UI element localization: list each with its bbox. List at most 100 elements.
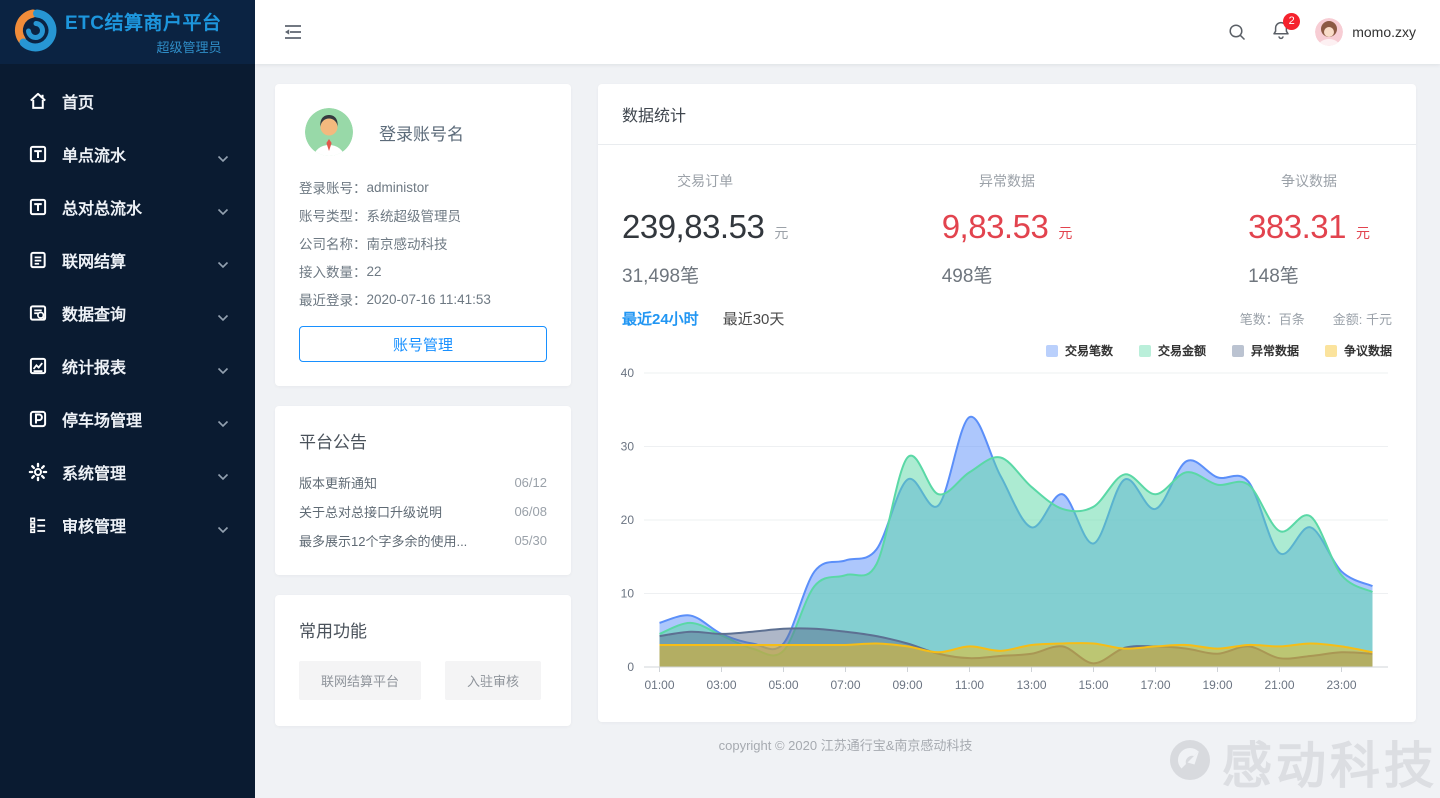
legend-item[interactable]: 交易笔数 bbox=[1046, 342, 1113, 359]
sidebar-item-system[interactable]: 系统管理 bbox=[0, 445, 255, 498]
sidebar-item-home[interactable]: 首页 bbox=[0, 74, 255, 127]
main-area: 2 momo.zxy bbox=[255, 0, 1440, 798]
stat-unit: 元 bbox=[1356, 223, 1370, 243]
unit-notes: 笔数：百条 金额: 千元 bbox=[1240, 309, 1392, 328]
stat-count: 498笔 bbox=[942, 261, 1073, 288]
legend-item[interactable]: 争议数据 bbox=[1325, 342, 1392, 359]
stat-label: 异常数据 bbox=[942, 171, 1073, 191]
svg-text:15:00: 15:00 bbox=[1078, 678, 1108, 692]
menu-fold-icon[interactable] bbox=[281, 22, 305, 42]
svg-text:01:00: 01:00 bbox=[644, 678, 674, 692]
announcement-list: 版本更新通知06/12关于总对总接口升级说明06/08最多展示12个字多余的使用… bbox=[299, 468, 547, 555]
app-subtitle: 超级管理员 bbox=[157, 37, 222, 56]
svg-text:30: 30 bbox=[621, 440, 635, 454]
svg-text:11:00: 11:00 bbox=[955, 678, 984, 692]
legend-label: 争议数据 bbox=[1344, 342, 1392, 359]
sidebar-item-parking[interactable]: 停车场管理 bbox=[0, 392, 255, 445]
announcement-item[interactable]: 最多展示12个字多余的使用...05/30 bbox=[299, 526, 547, 555]
svg-text:17:00: 17:00 bbox=[1140, 678, 1170, 692]
stat-label: 争议数据 bbox=[1248, 171, 1370, 191]
quick-action-button-1[interactable]: 入驻审核 bbox=[445, 661, 541, 700]
sidebar-item-network-settlement[interactable]: 联网结算 bbox=[0, 233, 255, 286]
announcement-item[interactable]: 关于总对总接口升级说明06/08 bbox=[299, 497, 547, 526]
quick-actions-title: 常用功能 bbox=[299, 617, 547, 642]
announcement-card: 平台公告 版本更新通知06/12关于总对总接口升级说明06/08最多展示12个字… bbox=[275, 406, 571, 575]
doc-search-icon bbox=[28, 303, 48, 323]
search-icon[interactable] bbox=[1227, 22, 1247, 42]
account-manage-button[interactable]: 账号管理 bbox=[299, 326, 547, 362]
stats-card: 数据统计 交易订单239,83.53元31,498笔异常数据9,83.53元49… bbox=[598, 84, 1416, 722]
legend-item[interactable]: 交易金额 bbox=[1139, 342, 1206, 359]
chevron-down-icon bbox=[217, 150, 229, 158]
legend-item[interactable]: 异常数据 bbox=[1232, 342, 1299, 359]
legend-label: 异常数据 bbox=[1251, 342, 1299, 359]
quick-action-button-0[interactable]: 联网结算平台 bbox=[299, 661, 421, 700]
sidebar-item-single-flow[interactable]: 单点流水 bbox=[0, 127, 255, 180]
legend-label: 交易金额 bbox=[1158, 342, 1206, 359]
legend-swatch bbox=[1046, 345, 1058, 357]
brand-swirl-icon bbox=[12, 7, 58, 58]
stat-label: 交易订单 bbox=[622, 171, 788, 191]
app-root: ETC结算商户平台 超级管理员 首页单点流水总对总流水联网结算数据查询统计报表停… bbox=[0, 0, 1440, 798]
profile-row: 接入数量：22 bbox=[299, 257, 547, 285]
profile-row: 登录账号：administor bbox=[299, 173, 547, 201]
app-logo: ETC结算商户平台 超级管理员 bbox=[0, 0, 255, 64]
user-menu[interactable]: momo.zxy bbox=[1315, 18, 1416, 46]
sidebar-item-report[interactable]: 统计报表 bbox=[0, 339, 255, 392]
gear-icon bbox=[28, 462, 48, 482]
stat-unit: 元 bbox=[1058, 223, 1072, 243]
announcement-item[interactable]: 版本更新通知06/12 bbox=[299, 468, 547, 497]
sidebar-item-label: 统计报表 bbox=[62, 354, 217, 378]
chart-legend: 交易笔数 交易金额 异常数据 争议数据 bbox=[598, 342, 1416, 359]
stats-row: 交易订单239,83.53元31,498笔异常数据9,83.53元498笔争议数… bbox=[598, 145, 1416, 292]
profile-row: 账号类型：系统超级管理员 bbox=[299, 201, 547, 229]
svg-text:07:00: 07:00 bbox=[830, 678, 860, 692]
traffic-area-chart[interactable]: 01020304001:0003:0005:0007:0009:0011:001… bbox=[598, 359, 1416, 707]
stat-unit: 元 bbox=[774, 223, 788, 243]
tab-recent-30d[interactable]: 最近30天 bbox=[723, 308, 785, 329]
svg-text:23:00: 23:00 bbox=[1326, 678, 1356, 692]
user-avatar bbox=[1315, 18, 1343, 46]
chevron-down-icon bbox=[217, 468, 229, 476]
sidebar-item-audit[interactable]: 审核管理 bbox=[0, 498, 255, 551]
profile-card: 登录账号名 登录账号：administor账号类型：系统超级管理员公司名称：南京… bbox=[275, 84, 571, 386]
stat-value: 383.31 bbox=[1248, 208, 1346, 246]
legend-label: 交易笔数 bbox=[1065, 342, 1113, 359]
sidebar-item-label: 审核管理 bbox=[62, 513, 217, 537]
ticket-icon bbox=[28, 144, 48, 164]
stat-column: 异常数据 9,83.53 元 498笔 bbox=[871, 171, 1144, 288]
sidebar-item-label: 停车场管理 bbox=[62, 407, 217, 431]
profile-row: 公司名称：南京感动科技 bbox=[299, 229, 547, 257]
quick-actions-card: 常用功能 联网结算平台入驻审核 bbox=[275, 595, 571, 726]
chevron-down-icon bbox=[217, 362, 229, 370]
svg-text:20: 20 bbox=[621, 513, 635, 527]
stat-value: 9,83.53 bbox=[942, 208, 1049, 246]
document-icon bbox=[28, 250, 48, 270]
home-icon bbox=[28, 91, 48, 111]
notification-badge: 2 bbox=[1283, 13, 1300, 30]
chart-tabs: 最近24小时 最近30天 bbox=[622, 308, 808, 329]
username-label: momo.zxy bbox=[1352, 24, 1416, 40]
svg-text:13:00: 13:00 bbox=[1016, 678, 1046, 692]
stats-card-title: 数据统计 bbox=[598, 84, 1416, 145]
stat-column: 交易订单239,83.53元31,498笔 bbox=[598, 171, 871, 288]
legend-swatch bbox=[1232, 345, 1244, 357]
sidebar-nav: 首页单点流水总对总流水联网结算数据查询统计报表停车场管理系统管理审核管理 bbox=[0, 64, 255, 551]
app-title: ETC结算商户平台 bbox=[65, 8, 222, 35]
svg-text:40: 40 bbox=[621, 366, 635, 380]
profile-avatar bbox=[305, 108, 353, 156]
sidebar-item-label: 数据查询 bbox=[62, 301, 217, 325]
notifications-button[interactable]: 2 bbox=[1271, 20, 1291, 45]
tab-recent-24h[interactable]: 最近24小时 bbox=[622, 308, 699, 329]
stat-count: 31,498笔 bbox=[622, 261, 788, 288]
unit-note-amount: 金额: 千元 bbox=[1333, 309, 1392, 328]
stat-column: 争议数据383.31元148笔 bbox=[1143, 171, 1416, 288]
sidebar-item-label: 系统管理 bbox=[62, 460, 217, 484]
copyright-text: copyright © 2020 江苏通行宝&南京感动科技 bbox=[275, 735, 1416, 754]
sidebar-item-total-flow[interactable]: 总对总流水 bbox=[0, 180, 255, 233]
profile-row: 最近登录：2020-07-16 11:41:53 bbox=[299, 285, 547, 313]
parking-icon bbox=[28, 409, 48, 429]
topbar: 2 momo.zxy bbox=[255, 0, 1440, 64]
chart-container: 01020304001:0003:0005:0007:0009:0011:001… bbox=[598, 359, 1416, 712]
sidebar-item-data-query[interactable]: 数据查询 bbox=[0, 286, 255, 339]
